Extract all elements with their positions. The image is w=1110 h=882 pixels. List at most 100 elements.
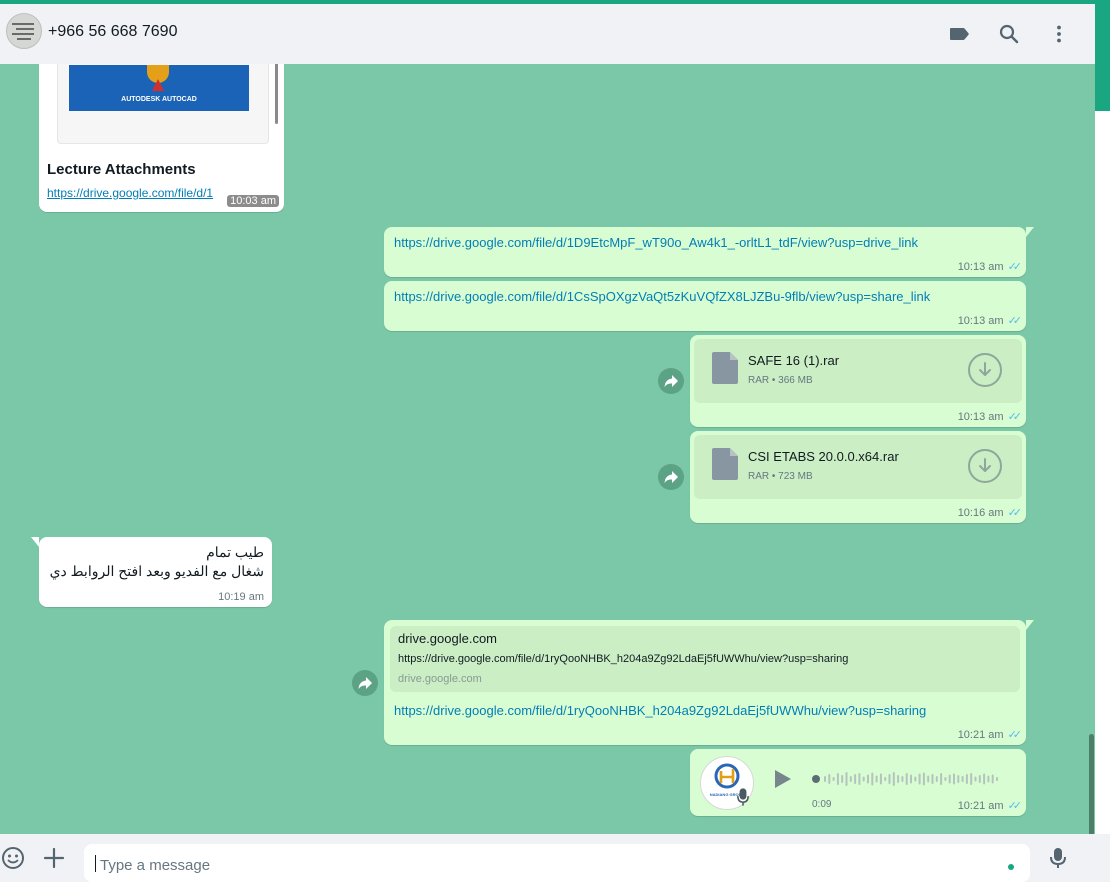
microphone-icon[interactable] — [1046, 846, 1070, 870]
message-time: 10:13 am — [957, 411, 1004, 423]
autocad-image[interactable]: AUTODESK AUTOCAD — [69, 65, 249, 111]
message-outgoing-file[interactable]: SAFE 16 (1).rar RAR • 366 MB 10:13 am ✓✓ — [690, 335, 1026, 427]
contact-avatar[interactable] — [6, 13, 42, 49]
read-receipt-icon: ✓✓ — [1007, 411, 1023, 423]
forward-icon[interactable] — [658, 368, 684, 394]
waveform-bar — [935, 776, 938, 782]
status-dot — [1008, 864, 1014, 870]
message-incoming-text[interactable]: طيب تمام شغال مع الفديو وبعد افتح الرواب… — [31, 537, 272, 607]
file-name: CSI ETABS 20.0.0.x64.rar — [748, 449, 899, 464]
waveform-bar — [944, 777, 947, 781]
message-outgoing-link[interactable]: https://drive.google.com/file/d/1CsSpOXg… — [384, 281, 1026, 331]
message-meta: 10:21 am ✓✓ — [957, 728, 1023, 741]
chat-scrollbar[interactable] — [1089, 734, 1094, 834]
file-card[interactable]: SAFE 16 (1).rar RAR • 366 MB — [694, 339, 1022, 403]
preview-domain: drive.google.com — [398, 673, 482, 685]
play-icon[interactable] — [770, 767, 794, 791]
message-link[interactable]: https://drive.google.com/file/d/1CsSpOXg… — [394, 289, 930, 304]
waveform-bar — [884, 777, 887, 781]
waveform-bar — [931, 774, 934, 784]
download-icon[interactable] — [968, 449, 1002, 483]
message-outgoing-link[interactable]: https://drive.google.com/file/d/1D9EtcMp… — [384, 227, 1034, 277]
read-receipt-icon: ✓✓ — [1007, 729, 1023, 741]
download-icon[interactable] — [968, 353, 1002, 387]
waveform-bar — [849, 776, 852, 782]
message-meta: 10:13 am ✓✓ — [957, 260, 1022, 273]
message-text-line: طيب تمام — [206, 544, 264, 560]
voice-duration: 0:09 — [812, 799, 832, 810]
bubble-tail — [31, 537, 39, 547]
waveform-bar — [957, 775, 960, 783]
chat-area[interactable]: AUTODESK AUTOCAD Lecture Attachments htt… — [0, 64, 1095, 834]
text-caret — [95, 855, 96, 872]
waveform-bar — [901, 776, 904, 782]
waveform-bar — [927, 775, 930, 783]
message-meta: 10:13 am ✓✓ — [957, 410, 1023, 423]
playback-head[interactable] — [812, 775, 820, 783]
waveform-bar — [910, 774, 912, 784]
waveform-bar — [824, 776, 826, 782]
waveform-bar — [974, 776, 977, 782]
message-outgoing-file[interactable]: CSI ETABS 20.0.0.x64.rar RAR • 723 MB 10… — [690, 431, 1026, 523]
read-receipt-icon: ✓✓ — [1007, 800, 1023, 812]
message-meta: 10:13 am ✓✓ — [958, 314, 1023, 327]
waveform-bar — [879, 773, 882, 785]
microphone-icon — [737, 788, 749, 806]
waveform-bar — [978, 775, 981, 783]
message-time: 10:21 am — [957, 800, 1004, 812]
forward-icon[interactable] — [352, 670, 378, 696]
message-time: 10:21 am — [957, 729, 1004, 741]
read-receipt-icon: ✓✓ — [1007, 315, 1023, 327]
menu-icon[interactable] — [1047, 22, 1071, 46]
message-outgoing-link-preview[interactable]: drive.google.com https://drive.google.co… — [384, 620, 1034, 745]
waveform-bar — [983, 773, 986, 785]
contact-name[interactable]: +966 56 668 7690 — [48, 23, 177, 41]
image-caption: AUTODESK AUTOCAD — [121, 96, 197, 103]
waveform-bar — [875, 775, 878, 783]
message-text-line: شغال مع الفديو وبعد افتح الروابط دي — [49, 563, 264, 579]
message-meta: 10:21 am ✓✓ — [957, 799, 1023, 812]
message-incoming-image[interactable]: AUTODESK AUTOCAD Lecture Attachments htt… — [39, 64, 284, 212]
forward-icon[interactable] — [658, 464, 684, 490]
waveform-bar — [996, 777, 998, 781]
waveform-bar — [858, 773, 861, 785]
message-link[interactable]: https://drive.google.com/file/d/1D9EtcMp… — [394, 235, 918, 250]
waveform-bar — [922, 772, 925, 786]
waveform-bar — [905, 773, 908, 785]
message-meta: 10:16 am ✓✓ — [957, 506, 1023, 519]
waveform-bar — [914, 776, 917, 782]
waveform-bar — [841, 775, 844, 783]
preview-scroll-thumb — [275, 64, 278, 124]
document-icon — [712, 352, 738, 384]
message-time: 10:13 am — [957, 261, 1004, 273]
document-icon — [712, 448, 738, 480]
message-input[interactable]: Type a message — [84, 844, 1030, 882]
file-name: SAFE 16 (1).rar — [748, 353, 840, 368]
chat-header: +966 56 668 7690 — [0, 4, 1095, 65]
waveform-bar — [918, 773, 921, 785]
app-right-strip — [1095, 4, 1110, 111]
waveform-bar — [991, 774, 994, 784]
message-link[interactable]: https://drive.google.com/file/d/1ryQooNH… — [394, 703, 926, 718]
audio-waveform[interactable] — [812, 769, 1002, 789]
waveform-bar — [897, 775, 900, 783]
waveform-bar — [862, 776, 865, 782]
message-outgoing-voice[interactable]: NADIANG GROUP 0:09 10:21 am ✓✓ — [690, 749, 1026, 816]
preview-title: drive.google.com — [398, 631, 497, 646]
waveform-bar — [953, 773, 955, 785]
autocad-logo-arrow — [152, 79, 164, 91]
waveform-bar — [888, 774, 891, 784]
waveform-bar — [987, 775, 990, 783]
label-icon[interactable] — [947, 22, 971, 46]
attach-plus-icon[interactable] — [42, 846, 66, 870]
waveform-bar — [871, 772, 874, 786]
emoji-icon[interactable] — [0, 845, 26, 871]
read-receipt-icon: ✓✓ — [1007, 507, 1023, 519]
message-time: 10:16 am — [957, 507, 1004, 519]
waveform-bar — [832, 777, 835, 781]
link-preview-card[interactable]: drive.google.com https://drive.google.co… — [390, 626, 1020, 692]
file-card[interactable]: CSI ETABS 20.0.0.x64.rar RAR • 723 MB — [694, 435, 1022, 499]
file-info: RAR • 366 MB — [748, 375, 813, 386]
search-icon[interactable] — [997, 22, 1021, 46]
bubble-tail — [1026, 620, 1034, 630]
